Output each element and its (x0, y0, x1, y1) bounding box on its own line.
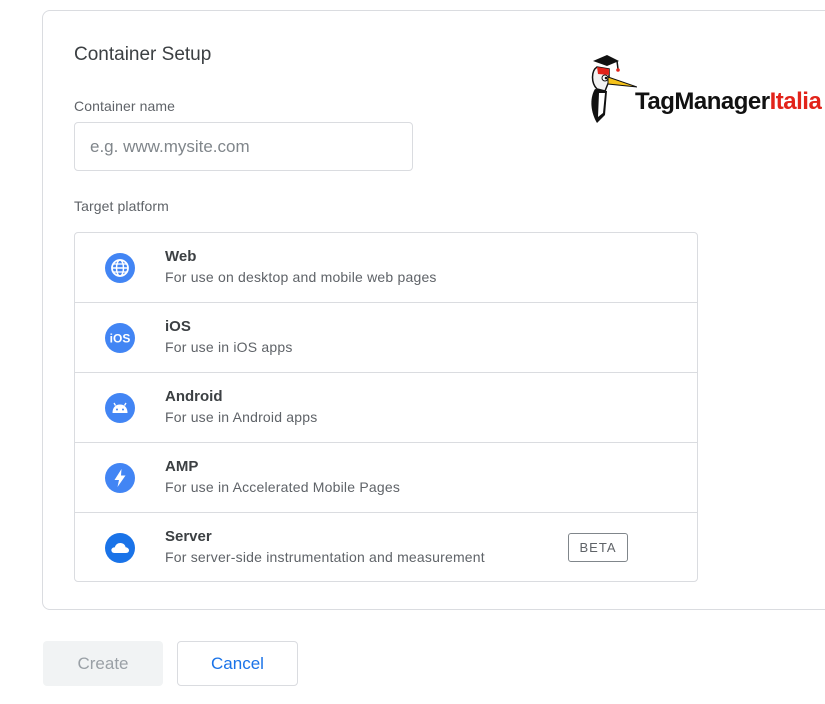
platform-name: iOS (165, 318, 191, 335)
lightning-bolt-icon (105, 463, 135, 493)
platform-description: For use in Android apps (165, 409, 318, 425)
create-button[interactable]: Create (43, 641, 163, 686)
card-title: Container Setup (74, 44, 212, 65)
logo-text-main: TagManager (635, 88, 770, 115)
container-name-input[interactable] (74, 122, 413, 171)
cloud-icon (105, 533, 135, 563)
platform-option-ios[interactable]: iOS iOS For use in iOS apps (75, 303, 697, 373)
cancel-button[interactable]: Cancel (177, 641, 298, 686)
android-icon (105, 393, 135, 423)
platform-description: For server-side instrumentation and meas… (165, 549, 485, 565)
platform-description: For use in iOS apps (165, 339, 293, 355)
globe-icon (105, 253, 135, 283)
platform-name: Server (165, 528, 212, 545)
platform-list: Web For use on desktop and mobile web pa… (74, 232, 698, 582)
platform-option-web[interactable]: Web For use on desktop and mobile web pa… (75, 233, 697, 303)
container-name-label: Container name (74, 98, 176, 114)
svg-text:iOS: iOS (110, 332, 131, 346)
platform-option-android[interactable]: Android For use in Android apps (75, 373, 697, 443)
logo-text-accent: Italia (769, 88, 822, 115)
beta-badge: BETA (568, 533, 628, 562)
platform-description: For use on desktop and mobile web pages (165, 269, 437, 285)
platform-option-amp[interactable]: AMP For use in Accelerated Mobile Pages (75, 443, 697, 513)
platform-option-server[interactable]: Server For server-side instrumentation a… (75, 513, 697, 581)
platform-description: For use in Accelerated Mobile Pages (165, 479, 401, 495)
target-platform-label: Target platform (74, 198, 169, 214)
platform-name: Web (165, 248, 197, 265)
ios-icon: iOS (105, 323, 135, 353)
platform-name: Android (165, 388, 223, 405)
container-setup-card: Container Setup TagManagerItalia Contain… (42, 10, 825, 610)
woodpecker-mascot-icon (591, 55, 637, 123)
platform-name: AMP (165, 458, 199, 475)
tagmanageritalia-logo: TagManagerItalia (585, 53, 825, 125)
